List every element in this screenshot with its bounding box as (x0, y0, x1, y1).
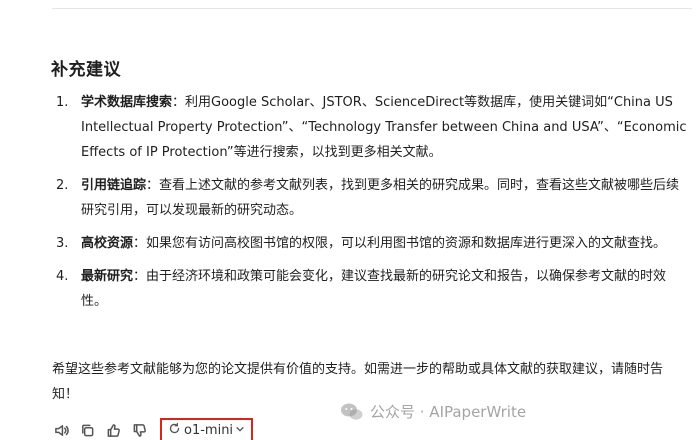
section-heading: 补充建议 (51, 60, 121, 80)
thumbs-up-icon[interactable] (104, 421, 122, 439)
chevron-down-icon (235, 423, 245, 438)
list-separator: ： (172, 95, 186, 110)
closing-paragraph: 希望这些参考文献能够为您的论文提供有价值的支持。如需进一步的帮助或具体文献的获取… (52, 362, 664, 402)
list-term: 引用链追踪 (81, 178, 147, 193)
list-term: 高校资源 (81, 236, 134, 251)
watermark: 公众号 · AIPaperWrite (340, 401, 526, 422)
model-label: o1-mini (184, 422, 234, 438)
list-separator: ： (146, 178, 160, 193)
list-text: 查看上述文献的参考文献列表，找到更多相关的研究成果。同时，查看这些文献被哪些后续… (81, 178, 680, 218)
list-term: 最新研究 (81, 269, 134, 284)
list-term: 学术数据库搜索 (81, 95, 173, 110)
list-text: 由于经济环境和政策可能会变化，建议查找最新的研究论文和报告，以确保参考文献的时效… (81, 269, 667, 309)
watermark-text: 公众号 · AIPaperWrite (370, 403, 527, 421)
list-separator: ： (133, 236, 147, 251)
model-switch-button[interactable]: o1-mini (160, 418, 254, 440)
suggestion-list: 1. 学术数据库搜索：利用Google Scholar、JSTOR、Scienc… (52, 90, 688, 322)
list-number: 1. (56, 95, 69, 110)
refresh-icon (168, 422, 181, 439)
list-item: 4. 最新研究：由于经济环境和政策可能会变化，建议查找最新的研究论文和报告，以确… (52, 264, 688, 314)
list-item: 2. 引用链追踪：查看上述文献的参考文献列表，找到更多相关的研究成果。同时，查看… (52, 173, 688, 223)
list-number: 4. (56, 269, 69, 284)
message-toolbar: o1-mini (52, 418, 254, 440)
wechat-logo-icon (340, 402, 364, 422)
top-divider (52, 8, 692, 9)
list-separator: ： (133, 269, 147, 284)
thumbs-down-icon[interactable] (130, 421, 148, 439)
list-text: 如果您有访问高校图书馆的权限，可以利用图书馆的资源和数据库进行更深入的文献查找。 (146, 236, 667, 251)
list-item: 3. 高校资源：如果您有访问高校图书馆的权限，可以利用图书馆的资源和数据库进行更… (52, 231, 688, 256)
list-number: 3. (56, 236, 69, 251)
speaker-icon[interactable] (52, 421, 70, 439)
copy-icon[interactable] (78, 421, 96, 439)
list-number: 2. (56, 178, 69, 193)
list-item: 1. 学术数据库搜索：利用Google Scholar、JSTOR、Scienc… (52, 90, 688, 165)
